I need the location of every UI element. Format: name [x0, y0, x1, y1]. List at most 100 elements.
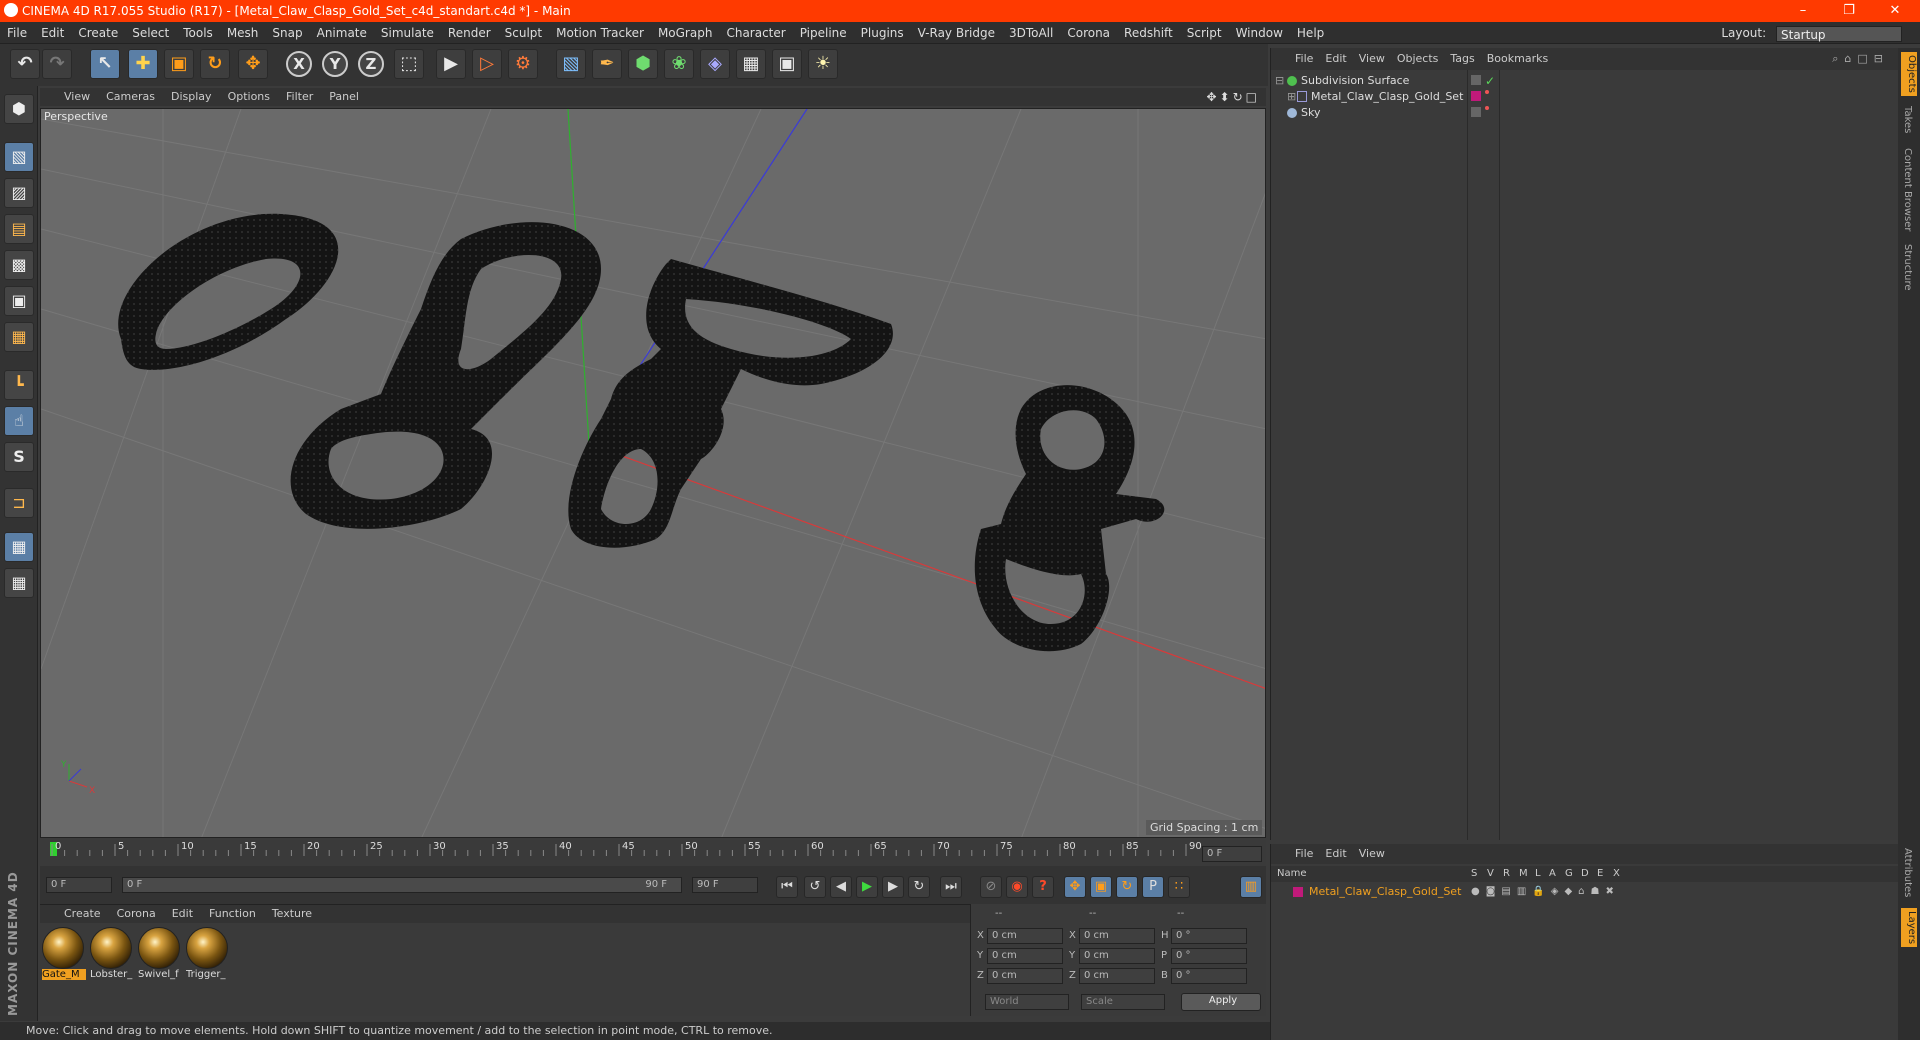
- size-x-field[interactable]: 0 cm: [1079, 928, 1155, 944]
- position-z-field[interactable]: 0 cm: [987, 968, 1063, 984]
- scale-tool-button[interactable]: ▣: [164, 49, 194, 79]
- layer-color-swatch[interactable]: [1293, 887, 1303, 897]
- prev-key-button[interactable]: ↺: [804, 876, 826, 898]
- key-rotation-icon[interactable]: ↻: [1116, 876, 1138, 898]
- rotation-h-field[interactable]: 0 °: [1171, 928, 1247, 944]
- menu-render[interactable]: Render: [441, 22, 498, 44]
- layout-dropdown[interactable]: Startup: [1776, 25, 1902, 42]
- material-menu-texture[interactable]: Texture: [264, 905, 320, 923]
- rotate-tool-button[interactable]: ↻: [200, 49, 230, 79]
- select-tool-button[interactable]: ↖: [90, 49, 120, 79]
- material-menu-function[interactable]: Function: [201, 905, 264, 923]
- gate-clasp-model[interactable]: [118, 213, 339, 370]
- coordinate-system-button[interactable]: ⬚: [394, 49, 424, 79]
- menu-corona[interactable]: Corona: [1060, 22, 1117, 44]
- menu-edit[interactable]: Edit: [34, 22, 71, 44]
- material-swatch[interactable]: Gate_M: [42, 927, 86, 985]
- position-y-field[interactable]: 0 cm: [987, 948, 1063, 964]
- menu-motion-tracker[interactable]: Motion Tracker: [549, 22, 651, 44]
- pen-spline-button[interactable]: ✒: [592, 49, 622, 79]
- object-menu-bookmarks[interactable]: Bookmarks: [1481, 48, 1554, 70]
- object-menu-view[interactable]: View: [1353, 48, 1391, 70]
- object-menu-objects[interactable]: Objects: [1391, 48, 1445, 70]
- current-frame-field[interactable]: 0 F: [1202, 846, 1262, 862]
- timeline-ruler[interactable]: 0 5 10 15 20 25 30 35 40 45 50 55 60 65 70 75 80 85 90 0 F: [40, 840, 1266, 866]
- menu-create[interactable]: Create: [71, 22, 125, 44]
- perspective-viewport[interactable]: Y X: [40, 108, 1266, 838]
- tab-objects[interactable]: Objects: [1901, 52, 1917, 96]
- maximize-button[interactable]: ❐: [1826, 0, 1872, 22]
- workplane-mode-icon[interactable]: ▤: [4, 214, 34, 244]
- minimize-button[interactable]: –: [1780, 0, 1826, 22]
- visibility-dot-icon[interactable]: [1485, 90, 1489, 94]
- polygons-mode-icon[interactable]: ▦: [4, 322, 34, 352]
- viewport-navigation-icons[interactable]: ✥⬍↻□: [1206, 88, 1260, 106]
- layer-menu-edit[interactable]: Edit: [1319, 844, 1352, 864]
- menu-sculpt[interactable]: Sculpt: [498, 22, 549, 44]
- size-y-field[interactable]: 0 cm: [1079, 948, 1155, 964]
- visibility-dot-icon[interactable]: [1485, 106, 1489, 110]
- light-button[interactable]: ☀: [808, 49, 838, 79]
- layer-color-tag[interactable]: [1471, 91, 1481, 101]
- last-tool-button[interactable]: ✥: [238, 49, 268, 79]
- tab-layers[interactable]: Layers: [1901, 908, 1917, 948]
- end-frame-field[interactable]: 90 F: [692, 877, 758, 893]
- object-menu-file[interactable]: File: [1289, 48, 1319, 70]
- frame-range-slider[interactable]: 0 F 90 F: [122, 877, 682, 893]
- apply-button[interactable]: Apply: [1181, 993, 1261, 1011]
- make-editable-icon[interactable]: ⬢: [4, 94, 34, 124]
- redo-button[interactable]: ↷: [42, 49, 72, 79]
- floor-button[interactable]: ▦: [736, 49, 766, 79]
- next-frame-button[interactable]: ▶: [882, 876, 904, 898]
- key-scale-icon[interactable]: ▣: [1090, 876, 1112, 898]
- undo-button[interactable]: ↶: [10, 49, 40, 79]
- key-parameter-icon[interactable]: P: [1142, 876, 1164, 898]
- menu-pipeline[interactable]: Pipeline: [793, 22, 854, 44]
- axis-y-toggle[interactable]: Y: [322, 51, 348, 77]
- menu-plugins[interactable]: Plugins: [854, 22, 911, 44]
- lobster-clasp-model[interactable]: [290, 222, 601, 529]
- tab-takes[interactable]: Takes: [1902, 106, 1913, 133]
- menu-character[interactable]: Character: [719, 22, 792, 44]
- material-menu-edit[interactable]: Edit: [164, 905, 201, 923]
- texture-mode-icon[interactable]: ▨: [4, 178, 34, 208]
- menu-3dtoall[interactable]: 3DToAll: [1002, 22, 1060, 44]
- object-menu-edit[interactable]: Edit: [1319, 48, 1352, 70]
- editor-visibility-icon[interactable]: [1471, 75, 1481, 85]
- planar-workplane-icon[interactable]: ▦: [4, 568, 34, 598]
- object-search-icon[interactable]: ⌕⌂□⊟: [1832, 48, 1889, 70]
- array-button[interactable]: ❀: [664, 49, 694, 79]
- menu-vray-bridge[interactable]: V-Ray Bridge: [911, 22, 1002, 44]
- menu-mograph[interactable]: MoGraph: [651, 22, 720, 44]
- prev-frame-button[interactable]: ◀: [830, 876, 852, 898]
- camera-button[interactable]: ▣: [772, 49, 802, 79]
- magnet-icon[interactable]: ⊐: [4, 488, 34, 518]
- close-button[interactable]: ✕: [1872, 0, 1918, 22]
- next-key-button[interactable]: ↻: [908, 876, 930, 898]
- axis-x-toggle[interactable]: X: [286, 51, 312, 77]
- tab-attributes[interactable]: Attributes: [1902, 848, 1913, 897]
- material-swatch[interactable]: Lobster_: [90, 927, 134, 985]
- menu-window[interactable]: Window: [1229, 22, 1290, 44]
- menu-script[interactable]: Script: [1180, 22, 1229, 44]
- tab-content-browser[interactable]: Content Browser: [1902, 148, 1913, 231]
- layer-menu-view[interactable]: View: [1353, 844, 1391, 864]
- play-button[interactable]: ▶: [856, 876, 878, 898]
- editor-visibility-icon[interactable]: [1471, 107, 1481, 117]
- key-pla-icon[interactable]: ∷: [1168, 876, 1190, 898]
- menu-select[interactable]: Select: [125, 22, 176, 44]
- menu-animate[interactable]: Animate: [310, 22, 374, 44]
- layer-name[interactable]: Metal_Claw_Clasp_Gold_Set: [1309, 884, 1461, 900]
- autokey-icon[interactable]: ⊘: [980, 876, 1002, 898]
- render-view-button[interactable]: ▶: [436, 49, 466, 79]
- rotation-b-field[interactable]: 0 °: [1171, 968, 1247, 984]
- deformer-button[interactable]: ◈: [700, 49, 730, 79]
- timeline-window-icon[interactable]: ▥: [1240, 876, 1262, 898]
- viewport-menu-options[interactable]: Options: [220, 88, 278, 106]
- axis-z-toggle[interactable]: Z: [358, 51, 384, 77]
- snap-icon[interactable]: S: [4, 442, 34, 472]
- tab-structure[interactable]: Structure: [1902, 244, 1913, 291]
- key-position-icon[interactable]: ✥: [1064, 876, 1086, 898]
- material-swatch[interactable]: Trigger_: [186, 927, 230, 985]
- coordinate-space-dropdown[interactable]: World: [985, 994, 1069, 1010]
